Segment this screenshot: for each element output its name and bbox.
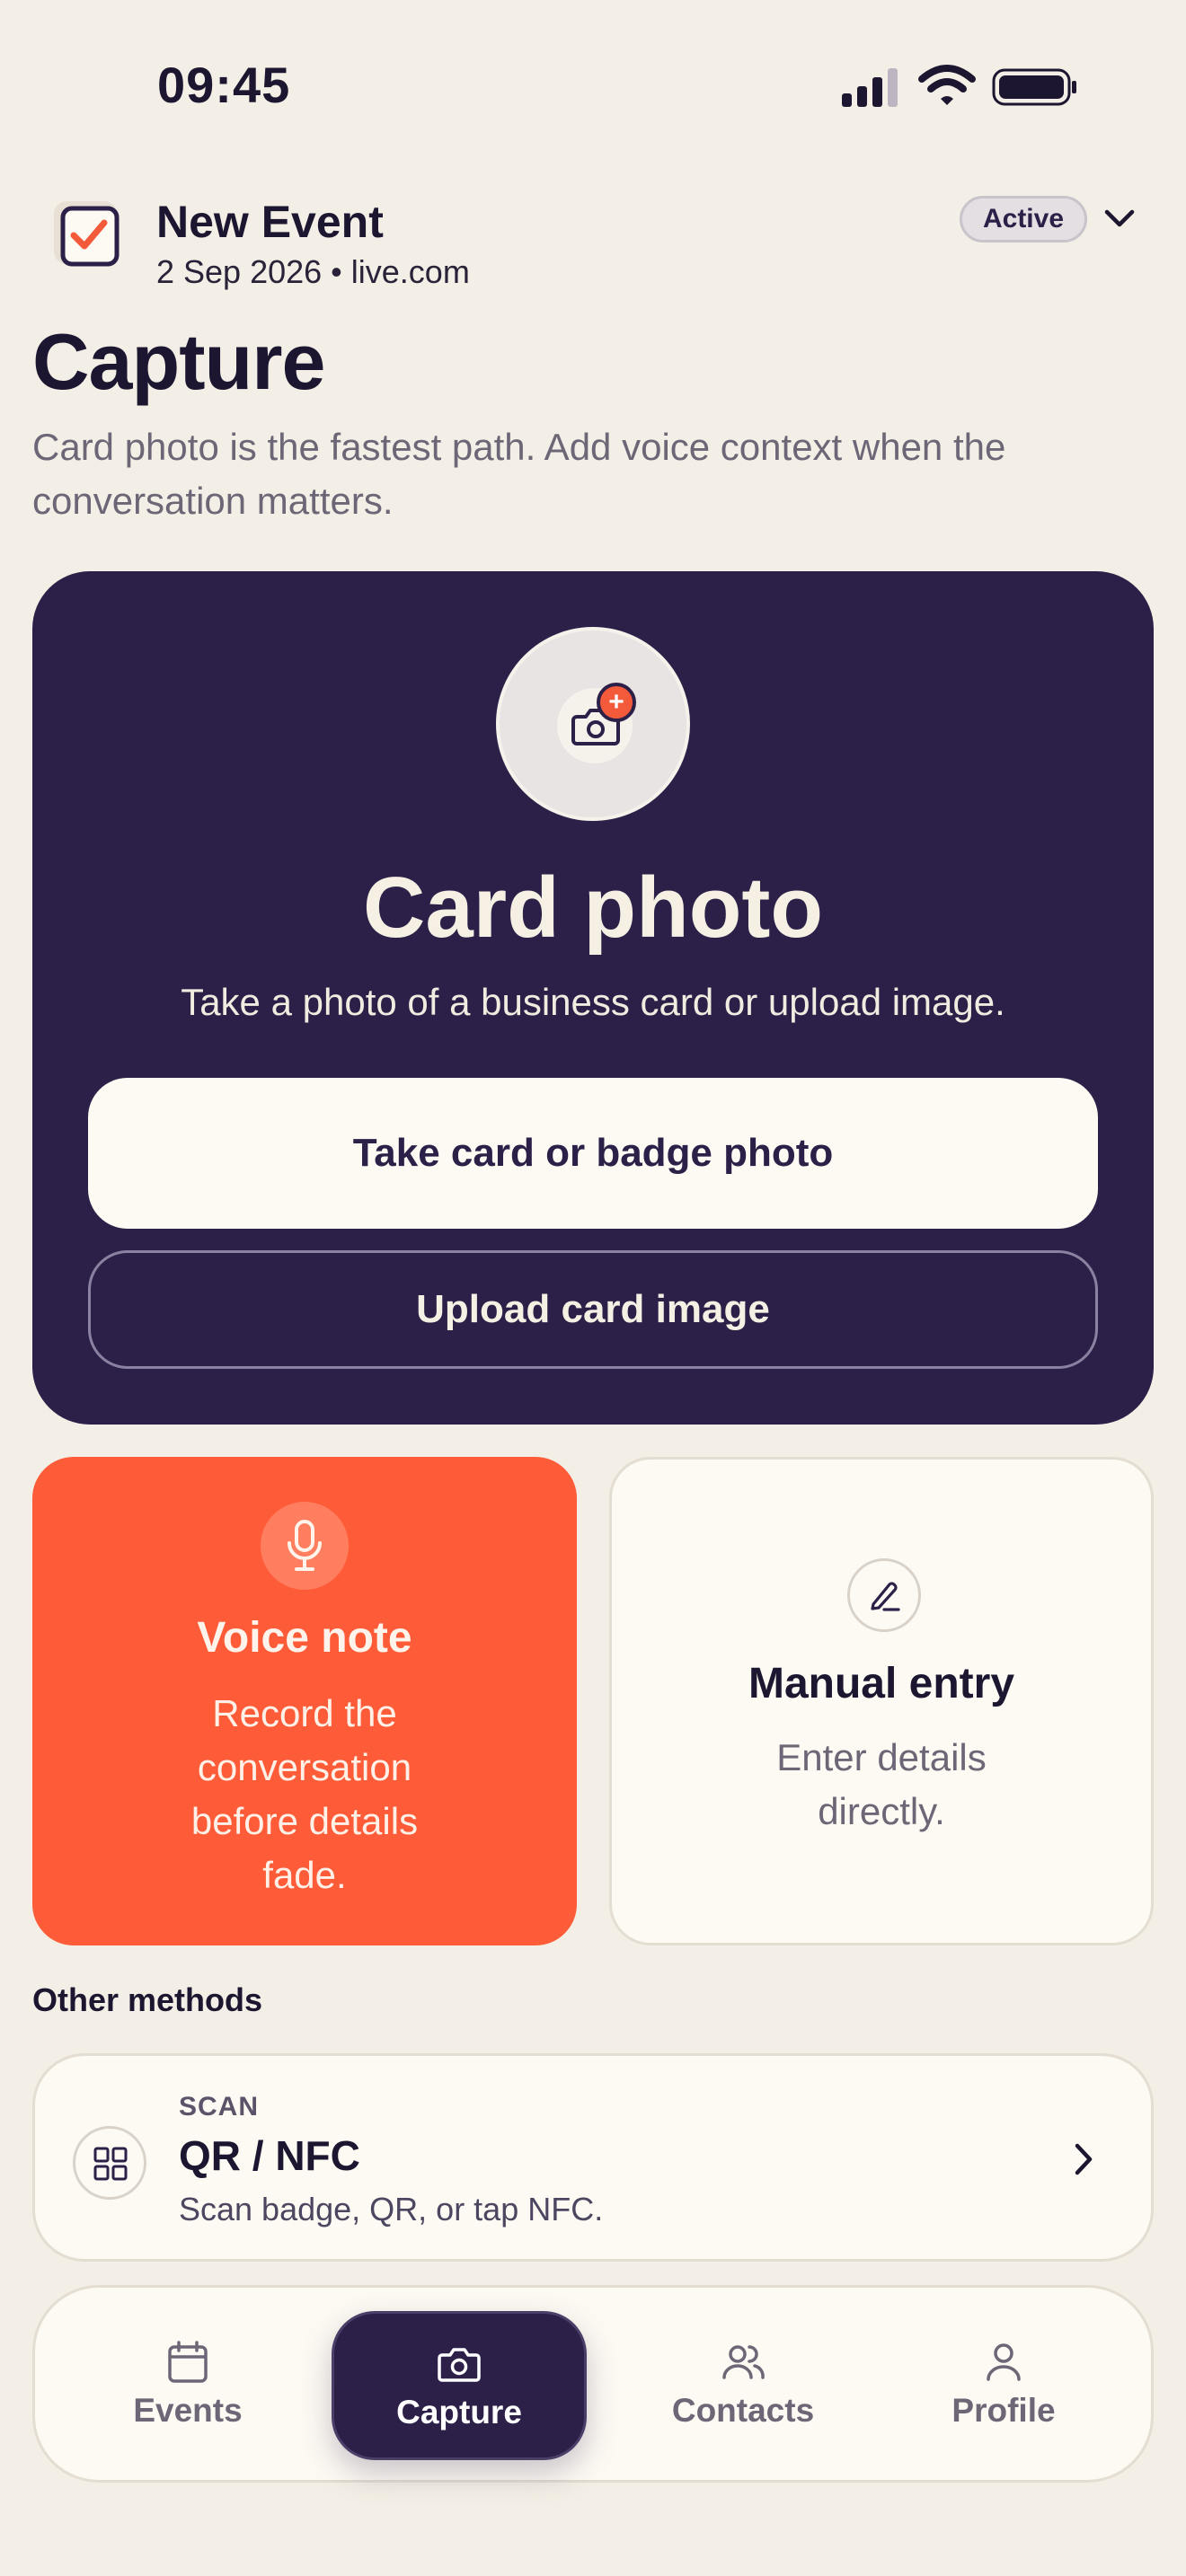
nav-item-profile[interactable]: Profile [905,2288,1102,2480]
nav-item-events[interactable]: Events [89,2288,287,2480]
status-bar: 09:45 [0,0,1186,171]
voice-note-card[interactable]: Voice note Record the conversation befor… [32,1457,577,1945]
cellular-signal-icon [842,68,898,107]
manual-entry-card[interactable]: Manual entry Enter details directly. [609,1457,1154,1945]
nav-label-capture: Capture [396,2394,522,2430]
manual-entry-description: Enter details directly. [776,1736,987,1832]
upload-card-image-button[interactable]: Upload card image [88,1250,1098,1369]
calendar-icon [168,2341,208,2383]
person-icon [987,2343,1021,2381]
qr-description: Scan badge, QR, or tap NFC. [179,2191,604,2228]
camera-icon [438,2348,481,2382]
nav-label-events: Events [133,2392,243,2429]
status-badge: Active [960,196,1087,243]
card-photo-description: Take a photo of a business card or uploa… [181,981,1005,1023]
qr-grid-icon [93,2147,128,2181]
voice-note-description: Record the conversation before details f… [190,1692,419,1896]
nav-label-profile: Profile [951,2392,1056,2429]
manual-entry-title: Manual entry [748,1660,1015,1707]
event-header[interactable]: New Event 2 Sep 2026 • live.com Active [50,196,1146,296]
event-name: New Event [156,197,384,247]
chevron-down-icon[interactable] [1100,201,1139,237]
qr-badge [73,2126,146,2200]
qr-kicker: SCAN [179,2092,260,2122]
page-subtitle: Card photo is the fastest path. Add voic… [32,426,1006,522]
nav-label-contacts: Contacts [671,2392,815,2429]
pencil-icon [871,1582,900,1611]
nav-item-capture[interactable]: Capture [332,2311,587,2460]
qr-nfc-card[interactable]: SCAN QR / NFC Scan badge, QR, or tap NFC… [32,2053,1154,2262]
event-meta: 2 Sep 2026 • live.com [156,253,470,290]
card-photo-panel: + Card photo Take a photo of a business … [32,571,1154,1425]
page-title: Capture [32,317,325,406]
status-time: 09:45 [157,57,291,113]
wifi-icon [918,65,976,105]
nav-item-contacts[interactable]: Contacts [635,2288,851,2480]
bottom-nav: Events Capture Contacts Profile [32,2285,1154,2483]
battery-icon [992,68,1076,106]
microphone-icon [288,1520,322,1571]
chevron-right-icon [1075,2143,1093,2175]
other-methods-heading: Other methods [32,1981,263,2018]
camera-badge[interactable]: + [496,627,690,821]
pen-badge [847,1558,921,1632]
event-checkbox-icon [54,201,119,267]
take-card-photo-button[interactable]: Take card or badge photo [88,1078,1098,1229]
card-photo-title: Card photo [363,860,823,956]
plus-badge: + [597,683,636,722]
voice-note-title: Voice note [197,1614,412,1662]
people-icon [722,2345,765,2379]
mic-badge [261,1502,349,1590]
qr-title: QR / NFC [179,2132,360,2179]
